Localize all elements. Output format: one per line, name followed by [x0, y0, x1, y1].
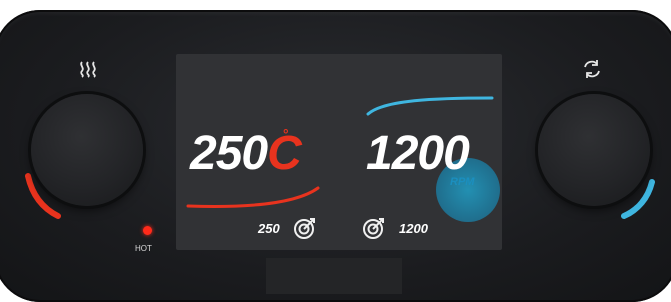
- target-temperature-value: 250: [258, 221, 280, 236]
- temperature-value: 250: [190, 127, 268, 180]
- speed-value: 1200: [366, 127, 470, 180]
- target-dial-icon: [363, 218, 384, 239]
- display-base: [266, 258, 402, 294]
- rotate-arrows-icon: [584, 60, 600, 78]
- temperature-knob[interactable]: [31, 94, 143, 206]
- hot-indicator-light: [143, 226, 152, 235]
- speed-knob[interactable]: [538, 94, 650, 206]
- hot-indicator-label: HOT: [135, 244, 152, 253]
- heat-waves-icon: [80, 61, 96, 78]
- temperature-swoosh: [186, 186, 320, 208]
- target-dial-icon: [294, 218, 315, 239]
- target-speed-value: 1200: [399, 221, 428, 236]
- speed-unit: RPM: [450, 176, 475, 188]
- speed-swoosh: [366, 96, 494, 116]
- degree-symbol: °: [283, 126, 289, 142]
